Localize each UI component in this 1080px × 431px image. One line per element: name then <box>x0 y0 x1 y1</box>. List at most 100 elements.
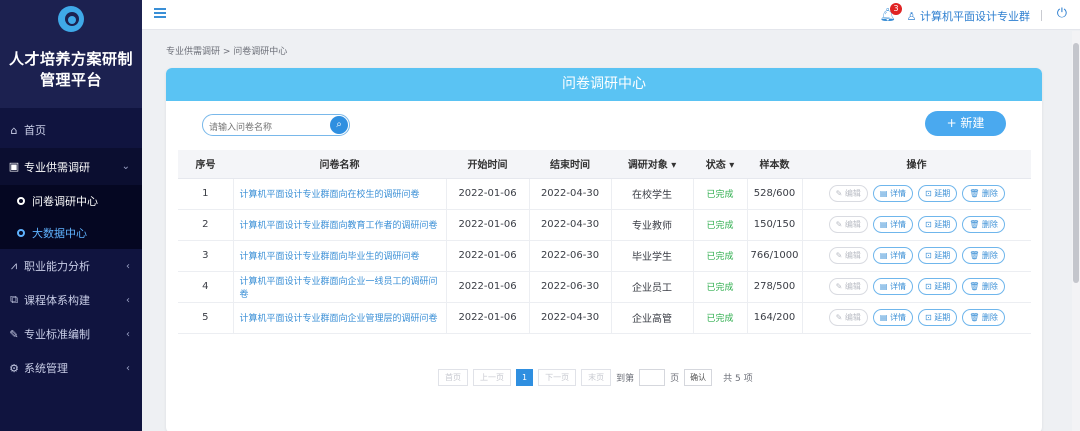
table-row: 4 计算机平面设计专业群面向企业一线员工的调研问卷 2022-01-06 2022-0… <box>178 271 1031 303</box>
cell-target: 企业员工 <box>611 271 694 303</box>
sidebar-subitem-bigdata[interactable]: 大数据中心 <box>0 217 142 249</box>
sidebar-item-system[interactable]: ⚙ 系统管理 ‹ <box>0 351 142 385</box>
extend-button[interactable]: ⊡ 延期 <box>917 185 958 202</box>
cell-target: 专业教师 <box>611 209 694 241</box>
cell-end: 2022-04-30 <box>529 178 612 210</box>
sidebar-subitem-survey-center[interactable]: 问卷调研中心 <box>0 185 142 217</box>
cell-start: 2022-01-06 <box>446 302 530 334</box>
sidebar-item-label: 首页 <box>24 124 46 137</box>
detail-button-label: 详情 <box>889 251 906 260</box>
sidebar-item-curriculum[interactable]: ⧉ 课程体系构建 ‹ <box>0 283 142 317</box>
power-icon[interactable]: ⏻ <box>1057 6 1067 21</box>
edit-button[interactable]: ✎ 编辑 <box>828 247 868 264</box>
trash-icon: 🗑︎ <box>969 251 982 260</box>
detail-button[interactable]: ▤ 详情 <box>872 216 913 233</box>
sidebar-item-label: 职业能力分析 <box>24 260 90 273</box>
topbar: 🔔︎ 3 ♙ 计算机平面设计专业群 ⏻ <box>142 0 1080 30</box>
detail-button[interactable]: ▤ 详情 <box>872 247 913 264</box>
menu-toggle-icon[interactable] <box>154 8 166 19</box>
col-header-status[interactable]: 状态 ▾ <box>693 150 747 179</box>
cell-name[interactable]: 计算机平面设计专业群面向在校生的调研问卷 <box>233 178 447 210</box>
extend-button[interactable]: ⊡ 延期 <box>917 216 958 233</box>
delete-button[interactable]: 🗑︎ 删除 <box>962 185 1005 202</box>
edit-button[interactable]: ✎ 编辑 <box>828 309 868 326</box>
document-icon: ▤ <box>879 251 890 260</box>
trash-icon: 🗑︎ <box>969 189 982 198</box>
col-header-target[interactable]: 调研对象 ▾ <box>611 150 693 179</box>
cell-name[interactable]: 计算机平面设计专业群面向企业管理层的调研问卷 <box>233 302 447 334</box>
cell-samples: 766/1000 <box>747 240 803 272</box>
delete-button[interactable]: 🗑︎ 删除 <box>962 216 1005 233</box>
calendar-icon: ⊡ <box>924 220 935 229</box>
sidebar-item-label: 专业标准编制 <box>24 328 90 341</box>
chevron-down-icon: ⌄ <box>121 161 130 172</box>
sidebar-item-survey[interactable]: ▣ 专业供需调研 ⌄ <box>0 148 142 185</box>
scrollbar[interactable] <box>1072 31 1080 431</box>
cell-name[interactable]: 计算机平面设计专业群面向毕业生的调研问卷 <box>233 240 447 272</box>
new-button[interactable]: + 新建 <box>925 111 1006 136</box>
delete-button[interactable]: 🗑︎ 删除 <box>962 309 1005 326</box>
delete-button[interactable]: 🗑︎ 删除 <box>962 247 1005 264</box>
goto-page-input[interactable] <box>639 369 666 386</box>
delete-button[interactable]: 🗑︎ 删除 <box>962 278 1005 295</box>
edit-icon: ✎ <box>9 327 19 341</box>
detail-button[interactable]: ▤ 详情 <box>872 278 913 295</box>
detail-button[interactable]: ▤ 详情 <box>872 185 913 202</box>
edit-button[interactable]: ✎ 编辑 <box>828 278 868 295</box>
cell-end: 2022-04-30 <box>529 302 612 334</box>
user-menu[interactable]: ♙ 计算机平面设计专业群 <box>907 8 1030 24</box>
logo-icon <box>58 6 84 32</box>
cell-name[interactable]: 计算机平面设计专业群面向企业一线员工的调研问卷 <box>233 271 447 303</box>
edit-icon: ✎ <box>835 282 845 291</box>
divider <box>1041 10 1042 21</box>
page-last-button[interactable]: 末页 <box>581 369 612 386</box>
cell-start: 2022-01-06 <box>446 209 530 241</box>
delete-button-label: 删除 <box>981 251 998 260</box>
page-next-button[interactable]: 下一页 <box>538 369 577 386</box>
notification-badge: 3 <box>890 3 902 15</box>
survey-icon: ▣ <box>8 160 20 173</box>
table-row: 2 计算机平面设计专业群面向教育工作者的调研问卷 2022-01-06 2022-04… <box>178 209 1031 241</box>
chart-icon: ⩘ <box>10 259 18 272</box>
col-header-start: 开始时间 <box>446 150 529 179</box>
detail-button[interactable]: ▤ 详情 <box>872 309 913 326</box>
cell-status: 已完成 <box>693 271 748 303</box>
breadcrumb: 专业供需调研 > 问卷调研中心 <box>166 47 288 57</box>
detail-button-label: 详情 <box>889 282 906 291</box>
extend-button[interactable]: ⊡ 延期 <box>917 309 958 326</box>
scrollbar-thumb[interactable] <box>1073 43 1079 283</box>
survey-panel: 问卷调研中心 ⌕ + 新建 序号 问卷名称 开始时间 结束时间 调研对象 ▾ 状… <box>166 68 1042 431</box>
page-prev-button[interactable]: 上一页 <box>473 369 511 386</box>
submenu: 问卷调研中心 大数据中心 <box>0 185 142 249</box>
goto-prefix: 到第 <box>616 374 635 384</box>
trash-icon: 🗑︎ <box>969 220 982 229</box>
cell-samples: 528/600 <box>747 178 803 210</box>
user-name: 计算机平面设计专业群 <box>920 10 1030 23</box>
cell-no: 5 <box>178 302 234 334</box>
pagination: 首页 上一页 1 下一页 末页 到第 页 确认 共 5 项 <box>438 369 753 386</box>
document-icon: ▤ <box>879 313 890 322</box>
cell-end: 2022-04-30 <box>529 209 612 241</box>
edit-icon: ✎ <box>835 251 845 260</box>
table-row: 3 计算机平面设计专业群面向毕业生的调研问卷 2022-01-06 2022-06-3… <box>178 240 1031 272</box>
tree-icon: ⧉ <box>10 293 18 306</box>
goto-confirm-button[interactable]: 确认 <box>684 369 713 386</box>
search-input[interactable] <box>203 118 315 138</box>
cell-name[interactable]: 计算机平面设计专业群面向教育工作者的调研问卷 <box>233 209 447 241</box>
cell-start: 2022-01-06 <box>446 240 530 272</box>
extend-button-label: 延期 <box>934 251 951 260</box>
cell-ops: ✎ 编辑 ▤ 详情 ⊡ 延期 🗑︎ 删除 <box>802 178 1031 210</box>
extend-button[interactable]: ⊡ 延期 <box>917 278 958 295</box>
page-current[interactable]: 1 <box>516 369 534 386</box>
delete-button-label: 删除 <box>981 189 998 198</box>
extend-button[interactable]: ⊡ 延期 <box>917 247 958 264</box>
edit-button[interactable]: ✎ 编辑 <box>828 216 868 233</box>
sidebar-item-home[interactable]: ⌂ 首页 <box>0 112 142 148</box>
sidebar-item-ability[interactable]: ⩘ 职业能力分析 ‹ <box>0 249 142 283</box>
page-first-button[interactable]: 首页 <box>438 369 468 386</box>
edit-button[interactable]: ✎ 编辑 <box>828 185 868 202</box>
delete-button-label: 删除 <box>981 282 998 291</box>
edit-icon: ✎ <box>835 220 845 229</box>
search-icon[interactable]: ⌕ <box>330 116 348 134</box>
sidebar-item-standard[interactable]: ✎ 专业标准编制 ‹ <box>0 317 142 351</box>
